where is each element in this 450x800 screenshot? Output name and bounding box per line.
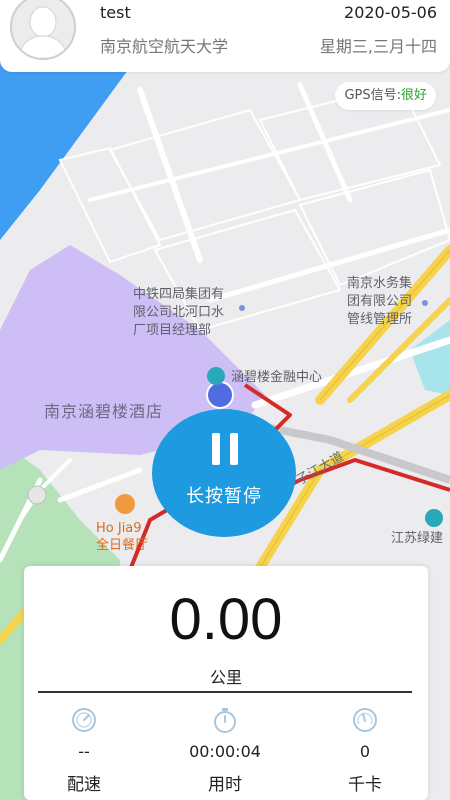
gauge-icon — [353, 708, 377, 732]
time-metric: 00:00:04 用时 — [165, 706, 285, 795]
map-poi-label: Ho Jia9 全日餐厅 — [96, 521, 149, 553]
pace-label: 配速 — [67, 775, 101, 795]
stopwatch-icon — [214, 708, 236, 733]
gps-status-badge: GPS信号:很好 — [335, 82, 436, 110]
time-value: 00:00:04 — [189, 742, 261, 761]
header-card: test 南京航空航天大学 2020-05-06 星期三,三月十四 — [0, 0, 450, 72]
avatar[interactable] — [10, 0, 76, 60]
long-press-pause-button[interactable]: 长按暂停 — [152, 409, 296, 537]
date-text: 2020-05-06 — [344, 3, 437, 22]
map-poi-label: 南京水务集 团有限公司 管线管理所 — [347, 276, 413, 327]
user-avatar-icon — [12, 0, 74, 58]
calorie-label: 千卡 — [348, 775, 382, 795]
calorie-metric: 0 千卡 — [305, 706, 425, 795]
school-name: 南京航空航天大学 — [100, 37, 229, 56]
calorie-value: 0 — [359, 742, 371, 761]
map-poi-label: 涵碧楼金融中心 — [231, 370, 323, 385]
stats-card: 0.00 公里 -- 配速 00:00:04 用时 0 千卡 — [24, 566, 428, 800]
time-label: 用时 — [208, 775, 242, 795]
map-poi-label: 江苏绿建 — [391, 531, 444, 546]
map-poi-label: 中铁四局集团有 限公司北河口水 厂项目经理部 — [133, 287, 225, 338]
pause-button-label: 长按暂停 — [186, 486, 262, 507]
gps-label: GPS信号: — [344, 88, 401, 103]
map-poi-label: 南京涵碧楼酒店 — [44, 402, 164, 421]
pause-icon — [212, 433, 238, 465]
speedometer-icon — [72, 708, 96, 732]
distance-value: 0.00 — [169, 587, 283, 652]
pace-value: -- — [78, 742, 90, 761]
divider — [38, 691, 412, 693]
weekday-text: 星期三,三月十四 — [319, 37, 437, 56]
gps-status: 很好 — [400, 88, 427, 103]
pace-metric: -- 配速 — [24, 706, 144, 795]
user-name: test — [100, 3, 131, 22]
distance-unit: 公里 — [209, 668, 242, 687]
